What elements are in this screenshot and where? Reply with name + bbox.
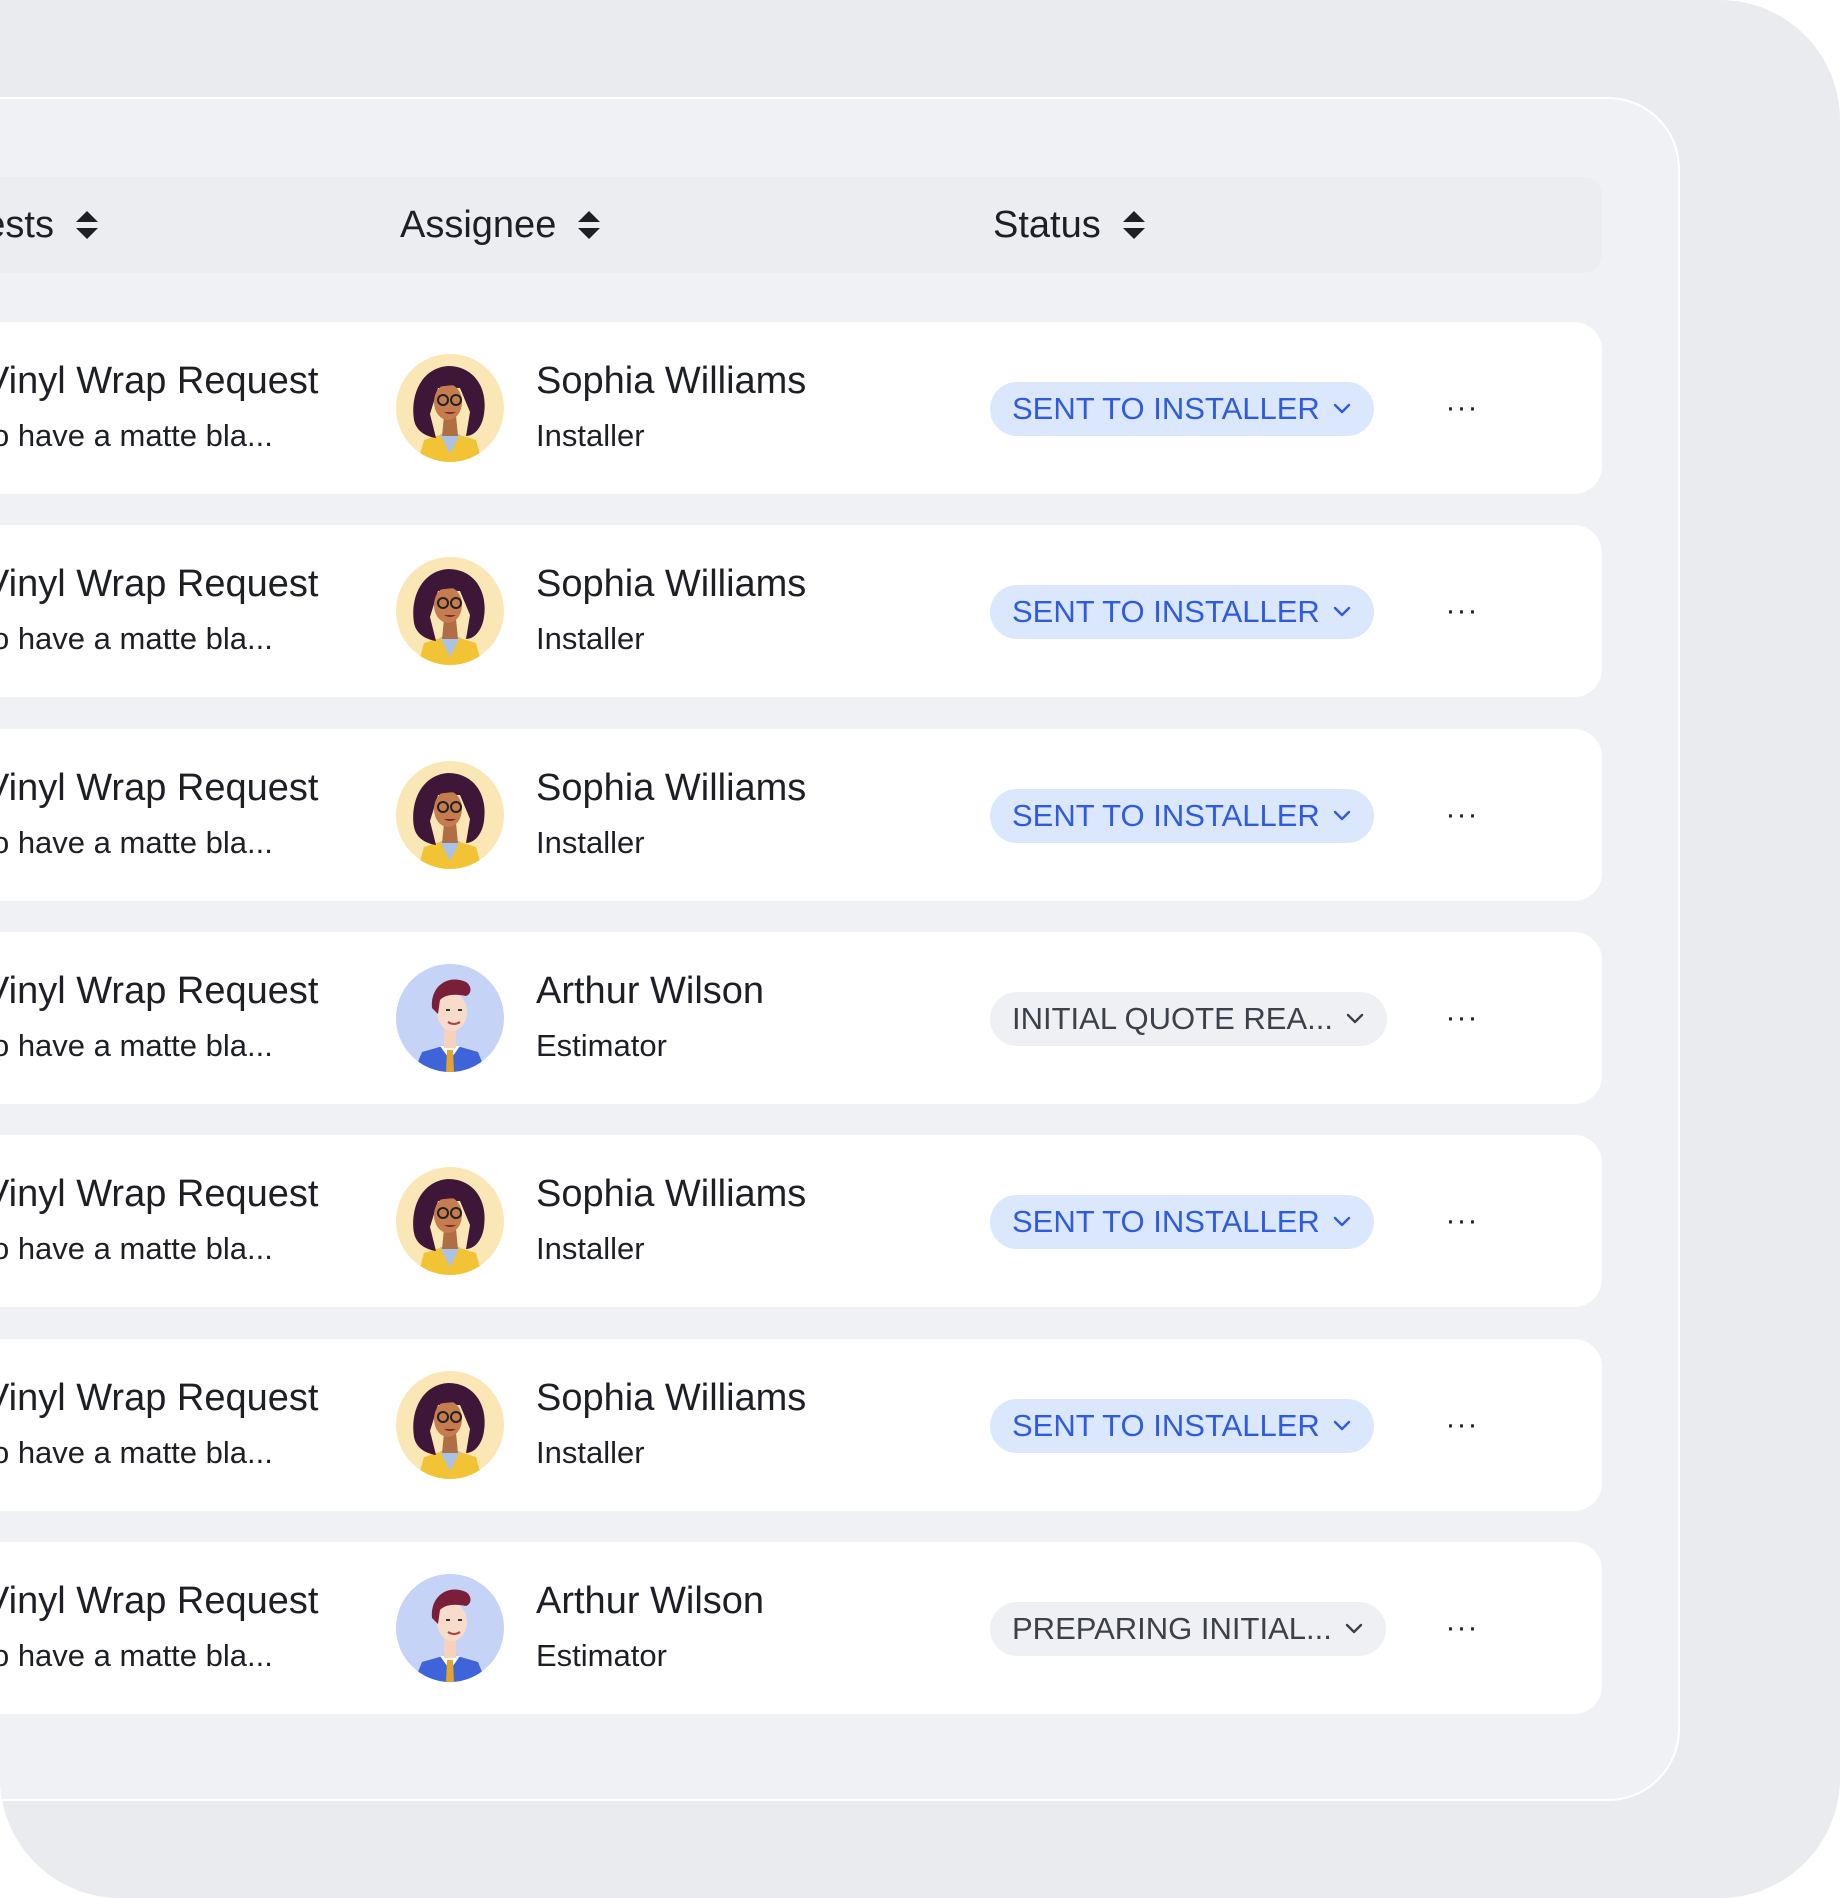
more-icon[interactable]: ··· — [1442, 1197, 1482, 1245]
status-dropdown[interactable]: SENT TO INSTALLER — [990, 382, 1374, 436]
table-row[interactable]: Vinyl Wrap Request ke to have a matte bl… — [0, 525, 1602, 698]
column-header-assignee-label: Assignee — [400, 203, 557, 246]
more-icon[interactable]: ··· — [1442, 1401, 1482, 1449]
requests-panel: quests Assignee Status Vinyl Wrap Reques… — [0, 97, 1680, 1801]
assignee-name: Sophia Williams — [536, 563, 807, 606]
status-dropdown[interactable]: INITIAL QUOTE REA... — [990, 991, 1387, 1046]
column-header-status[interactable]: Status — [993, 177, 1145, 273]
more-icon[interactable]: ··· — [1442, 1604, 1482, 1652]
request-title: Vinyl Wrap Request — [0, 1376, 319, 1419]
status-dropdown[interactable]: SENT TO INSTALLER — [990, 1398, 1374, 1453]
table-row[interactable]: Vinyl Wrap Request ke to have a matte bl… — [0, 931, 1602, 1104]
request-description: ke to have a matte bla... — [0, 1434, 273, 1470]
table-row[interactable]: Vinyl Wrap Request ke to have a matte bl… — [0, 322, 1602, 494]
table-header: quests Assignee Status — [0, 177, 1602, 273]
status-label: SENT TO INSTALLER — [1012, 797, 1320, 833]
more-icon[interactable]: ··· — [1442, 994, 1482, 1042]
status-dropdown[interactable]: PREPARING INITIAL... — [990, 1601, 1386, 1656]
assignee-role: Installer — [536, 824, 645, 860]
avatar-sophia — [396, 557, 504, 666]
assignee-role: Estimator — [536, 1637, 667, 1673]
table-row[interactable]: Vinyl Wrap Request ke to have a matte bl… — [0, 1541, 1602, 1714]
sort-icon[interactable] — [578, 211, 601, 239]
more-icon[interactable]: ··· — [1442, 384, 1482, 432]
avatar-sophia — [396, 354, 504, 462]
status-label: SENT TO INSTALLER — [1012, 1204, 1320, 1240]
assignee-name: Sophia Williams — [536, 1376, 807, 1419]
chevron-down-icon — [1332, 605, 1352, 619]
chevron-down-icon — [1332, 1419, 1352, 1433]
assignee-name: Sophia Williams — [536, 360, 807, 402]
assignee-role: Installer — [536, 418, 645, 453]
request-title: Vinyl Wrap Request — [0, 1173, 319, 1216]
request-title: Vinyl Wrap Request — [0, 563, 319, 606]
request-title: Vinyl Wrap Request — [0, 1579, 319, 1622]
assignee-role: Installer — [536, 621, 645, 657]
column-header-requests-label: quests — [0, 203, 54, 246]
chevron-down-icon — [1345, 1012, 1365, 1026]
table-row[interactable]: Vinyl Wrap Request ke to have a matte bl… — [0, 1338, 1602, 1511]
request-description: ke to have a matte bla... — [0, 621, 273, 657]
request-title: Vinyl Wrap Request — [0, 766, 319, 809]
assignee-role: Installer — [536, 1434, 645, 1470]
more-icon[interactable]: ··· — [1442, 587, 1482, 635]
column-header-requests[interactable]: quests — [0, 177, 98, 273]
avatar-arthur — [396, 963, 504, 1072]
column-header-status-label: Status — [993, 203, 1101, 246]
chevron-down-icon — [1332, 1215, 1352, 1229]
chevron-down-icon — [1332, 809, 1352, 823]
chevron-down-icon — [1332, 402, 1352, 416]
request-description: ke to have a matte bla... — [0, 1231, 273, 1267]
request-description: ke to have a matte bla... — [0, 418, 273, 453]
request-title: Vinyl Wrap Request — [0, 969, 319, 1012]
chevron-down-icon — [1344, 1622, 1364, 1636]
request-description: ke to have a matte bla... — [0, 1637, 273, 1673]
sort-icon[interactable] — [1122, 211, 1145, 239]
avatar-sophia — [396, 760, 504, 869]
avatar-arthur — [396, 1573, 504, 1682]
assignee-role: Estimator — [536, 1027, 667, 1063]
assignee-name: Arthur Wilson — [536, 1579, 765, 1622]
sort-icon[interactable] — [75, 211, 98, 239]
status-dropdown[interactable]: SENT TO INSTALLER — [990, 585, 1374, 640]
column-header-assignee[interactable]: Assignee — [400, 177, 601, 273]
table-row[interactable]: Vinyl Wrap Request ke to have a matte bl… — [0, 1135, 1602, 1308]
status-label: INITIAL QUOTE REA... — [1012, 1000, 1333, 1036]
assignee-name: Arthur Wilson — [536, 969, 765, 1012]
avatar-sophia — [396, 1167, 504, 1276]
status-dropdown[interactable]: SENT TO INSTALLER — [990, 788, 1374, 843]
more-icon[interactable]: ··· — [1442, 791, 1482, 839]
status-label: SENT TO INSTALLER — [1012, 391, 1320, 426]
assignee-name: Sophia Williams — [536, 1173, 807, 1216]
assignee-name: Sophia Williams — [536, 766, 807, 809]
status-label: PREPARING INITIAL... — [1012, 1610, 1332, 1646]
assignee-role: Installer — [536, 1231, 645, 1267]
table-row[interactable]: Vinyl Wrap Request ke to have a matte bl… — [0, 728, 1602, 901]
status-dropdown[interactable]: SENT TO INSTALLER — [990, 1195, 1374, 1250]
device-frame: quests Assignee Status Vinyl Wrap Reques… — [0, 0, 1840, 1898]
request-description: ke to have a matte bla... — [0, 1027, 273, 1063]
request-description: ke to have a matte bla... — [0, 824, 273, 860]
request-title: Vinyl Wrap Request — [0, 360, 319, 402]
avatar-sophia — [396, 1370, 504, 1479]
status-label: SENT TO INSTALLER — [1012, 594, 1320, 630]
status-label: SENT TO INSTALLER — [1012, 1407, 1320, 1443]
